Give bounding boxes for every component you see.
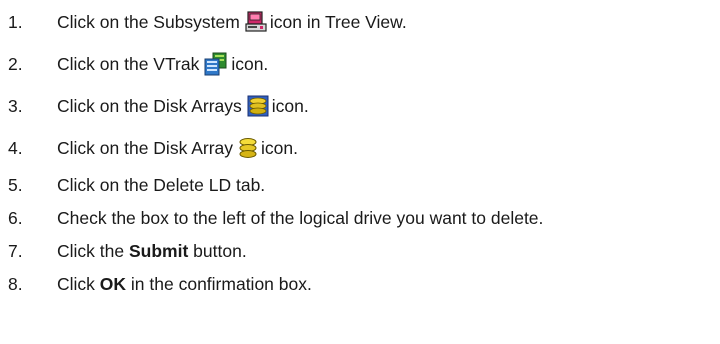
step-text-after: icon. xyxy=(231,53,269,74)
step-text: Click on the Disk Array xyxy=(57,137,234,158)
step-text-after: in the confirmation box. xyxy=(130,273,312,294)
step-text: Click on the Disk Arrays xyxy=(57,95,242,116)
step-number: 2. xyxy=(8,53,23,74)
disk-array-icon xyxy=(238,137,258,159)
step-text-after: button. xyxy=(193,240,247,261)
step-text: Check the box to the left of the logical… xyxy=(57,207,544,228)
step-text: Click on the VTrak xyxy=(57,53,200,74)
disk-arrays-icon xyxy=(247,95,269,117)
subsystem-icon xyxy=(245,11,267,33)
step-text-after: icon. xyxy=(261,137,298,158)
step-number: 3. xyxy=(8,95,23,116)
ok-label: OK xyxy=(99,273,127,294)
step-text: Click the xyxy=(57,240,125,261)
step-number: 7. xyxy=(8,240,23,261)
step-number: 4. xyxy=(8,137,23,158)
step-text-after: icon in Tree View. xyxy=(269,11,407,32)
step-text: Click on the Delete LD tab. xyxy=(57,174,266,195)
step-number: 1. xyxy=(8,11,23,32)
vtrak-icon xyxy=(204,52,228,76)
step-text-after: icon. xyxy=(271,95,309,116)
step-number: 5. xyxy=(8,174,23,195)
submit-label: Submit xyxy=(128,240,189,261)
step-text: Click on the Subsystem xyxy=(57,11,240,32)
step-text: Click xyxy=(57,273,95,294)
step-number: 6. xyxy=(8,207,23,228)
step-number: 8. xyxy=(8,273,23,294)
